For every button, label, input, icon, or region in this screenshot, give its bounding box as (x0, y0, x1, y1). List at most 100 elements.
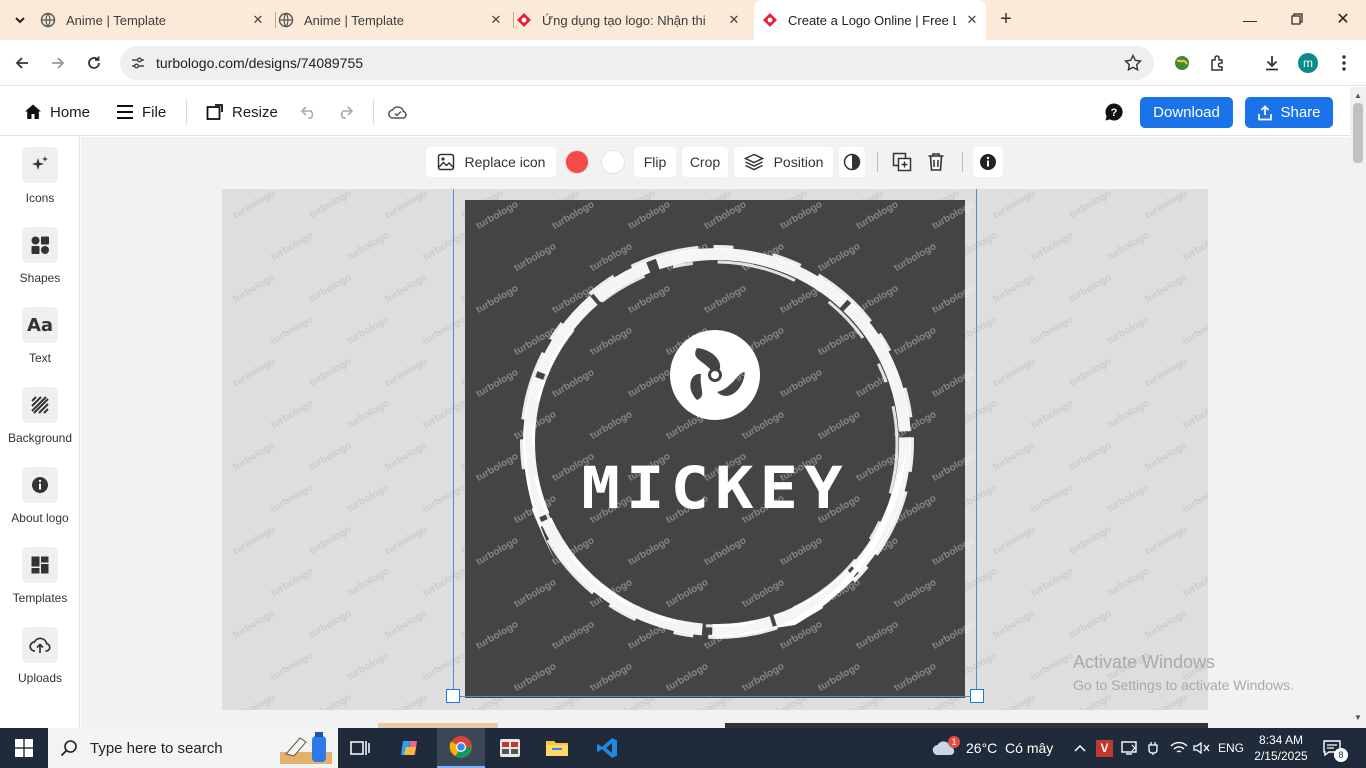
more-menu-icon[interactable] (1333, 52, 1355, 74)
media-app[interactable] (490, 728, 530, 768)
share-button[interactable]: Share (1245, 97, 1333, 128)
taskbar-search[interactable]: Type here to search (48, 728, 338, 768)
tab-close-icon[interactable]: ✕ (726, 12, 742, 28)
info-button[interactable] (973, 147, 1003, 177)
file-menu-button[interactable]: File (116, 99, 166, 125)
watermark-text: turbologo (345, 230, 392, 263)
contrast-button[interactable] (839, 147, 865, 177)
copilot-app[interactable] (390, 728, 430, 768)
tab-separator (275, 12, 276, 28)
watermark-text: turbologo (269, 398, 316, 431)
restore-button[interactable] (1285, 8, 1309, 32)
duplicate-button[interactable] (888, 147, 916, 177)
sidebar-item-text[interactable]: Aa Text (0, 307, 80, 377)
turbologo-favicon-icon (516, 12, 532, 28)
watermark-text: turbologo (1029, 314, 1076, 347)
notification-count-badge: 8 (1334, 748, 1348, 762)
close-window-button[interactable]: ✕ (1331, 8, 1355, 32)
reload-button[interactable] (83, 52, 105, 74)
help-chat-button[interactable]: ? (1104, 99, 1132, 125)
browser-tab-active[interactable]: Create a Logo Online | Free Log ✕ (754, 0, 986, 40)
start-button[interactable] (0, 728, 48, 768)
crop-button[interactable]: Crop (682, 147, 728, 177)
secondary-color-swatch[interactable] (598, 147, 628, 177)
tray-battery-icon[interactable] (1146, 728, 1162, 768)
browser-tab[interactable]: Ứng dụng tạo logo: Nhận thiết ✕ (516, 6, 748, 34)
address-bar[interactable]: turbologo.com/designs/74089755 (120, 46, 1154, 80)
sidebar-item-templates[interactable]: Templates (0, 547, 80, 617)
chevron-up-icon (1074, 744, 1086, 752)
tray-volume-icon[interactable] (1193, 728, 1211, 768)
color-dot (601, 150, 625, 174)
watermark-text: turbologo (345, 398, 392, 431)
watermark-text: turbologo (1029, 398, 1076, 431)
browser-tab[interactable]: Anime | Template ✕ (278, 6, 510, 34)
header-divider (373, 99, 374, 125)
vscode-app[interactable] (587, 728, 627, 768)
turbologo-favicon-icon (762, 12, 778, 28)
watermark-text: turbologo (1029, 650, 1076, 683)
redo-button[interactable] (336, 99, 362, 125)
primary-color-swatch[interactable] (562, 147, 592, 177)
replace-icon-button[interactable]: Replace icon (426, 147, 556, 177)
watermark-text: turbologo (991, 440, 1038, 473)
weather-widget[interactable]: 1 26°C Có mây (932, 728, 1053, 768)
resize-handle-bottom-right[interactable] (970, 689, 984, 703)
scrollbar-thumb[interactable] (1353, 103, 1363, 163)
layers-icon (743, 153, 764, 171)
page-scrollbar[interactable]: ▲ ▼ (1350, 87, 1366, 728)
flip-button[interactable]: Flip (634, 147, 676, 177)
profile-avatar[interactable]: m (1298, 53, 1318, 73)
scroll-up-arrow-icon[interactable]: ▲ (1354, 91, 1362, 100)
tray-app-icon[interactable]: V (1096, 728, 1113, 768)
task-view-button[interactable] (340, 728, 380, 768)
show-hidden-icons[interactable] (1073, 728, 1087, 768)
notification-center[interactable]: 8 (1322, 728, 1348, 768)
site-settings-icon[interactable] (130, 55, 146, 71)
sidebar-item-about-logo[interactable]: About logo (0, 467, 80, 537)
scroll-down-arrow-icon[interactable]: ▼ (1354, 713, 1362, 722)
watermark-text: turbologo (1143, 692, 1190, 710)
editor-header: Home File Resize ? Download Share (0, 87, 1350, 136)
tray-display-icon[interactable] (1121, 728, 1139, 768)
extension-globe-icon[interactable] (1171, 52, 1193, 74)
sidebar-item-shapes[interactable]: Shapes (0, 227, 80, 297)
clock[interactable]: 8:34 AM 2/15/2025 (1253, 728, 1309, 768)
back-button[interactable] (11, 52, 33, 74)
downloads-icon[interactable] (1261, 52, 1283, 74)
cloud-save-status[interactable] (388, 99, 416, 125)
sidebar-item-uploads[interactable]: Uploads (0, 627, 80, 697)
url-text[interactable]: turbologo.com/designs/74089755 (156, 55, 363, 71)
info-icon (980, 154, 996, 170)
extensions-puzzle-icon[interactable] (1207, 52, 1229, 74)
selection-box (453, 189, 977, 697)
undo-button[interactable] (300, 99, 326, 125)
resize-button[interactable]: Resize (206, 99, 278, 125)
browser-tab[interactable]: Anime | Template ✕ (40, 6, 272, 34)
watermark-text: turbologo (269, 566, 316, 599)
file-explorer-app[interactable] (537, 728, 577, 768)
sidebar-item-icons[interactable]: Icons (0, 147, 80, 217)
position-button[interactable]: Position (734, 147, 833, 177)
tab-close-icon[interactable]: ✕ (250, 12, 266, 28)
bookmark-star-icon[interactable] (1124, 54, 1142, 72)
tab-search-dropdown[interactable] (8, 8, 32, 32)
download-button[interactable]: Download (1140, 97, 1233, 128)
resize-handle-bottom-left[interactable] (446, 689, 460, 703)
tray-network-icon[interactable] (1170, 728, 1188, 768)
sidebar-item-background[interactable]: Background (0, 387, 80, 457)
delete-button[interactable] (922, 147, 950, 177)
watermark-text: turbologo (1143, 440, 1190, 473)
watermark-text: turbologo (231, 272, 278, 305)
hamburger-icon (117, 105, 133, 119)
forward-button[interactable] (47, 52, 69, 74)
language-indicator[interactable]: ENG (1218, 728, 1244, 768)
image-icon (437, 153, 454, 171)
chrome-app[interactable] (437, 728, 485, 768)
home-button[interactable]: Home (24, 99, 90, 125)
tab-close-icon[interactable]: ✕ (488, 12, 504, 28)
new-tab-button[interactable]: + (996, 9, 1016, 30)
tab-close-icon[interactable]: ✕ (964, 12, 980, 28)
watermark-text: turbologo (231, 189, 278, 221)
minimize-button[interactable]: — (1238, 8, 1262, 32)
